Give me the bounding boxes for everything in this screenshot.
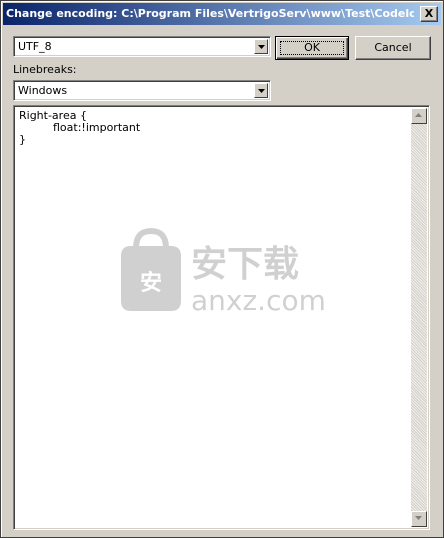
- chevron-down-icon: [258, 45, 265, 49]
- ok-button-label: OK: [304, 41, 320, 54]
- code-line: float:!important: [53, 121, 141, 134]
- dialog-title: Change encoding: C:\Program Files\Vertri…: [6, 7, 414, 20]
- code-line: }: [19, 133, 26, 146]
- close-button[interactable]: X: [420, 6, 438, 22]
- linebreaks-select-value: Windows: [18, 84, 68, 97]
- scroll-down-icon: [415, 516, 422, 520]
- svg-text:安下载: 安下载: [191, 244, 299, 285]
- scroll-up-button[interactable]: [411, 108, 427, 124]
- scroll-down-button[interactable]: [411, 511, 427, 527]
- encoding-select[interactable]: UTF_8: [13, 36, 271, 57]
- ok-button[interactable]: OK: [275, 36, 349, 60]
- code-preview-area[interactable]: Right-area { float:!important }: [13, 105, 430, 530]
- scroll-up-icon: [415, 113, 422, 117]
- linebreaks-label: Linebreaks:: [13, 63, 77, 76]
- code-content: Right-area { float:!important }: [19, 110, 140, 146]
- encoding-select-value: UTF_8: [18, 40, 52, 53]
- vertical-scrollbar[interactable]: [411, 108, 427, 527]
- svg-text:安: 安: [140, 270, 162, 296]
- cancel-button-label: Cancel: [374, 41, 412, 54]
- linebreaks-select[interactable]: Windows: [13, 80, 271, 101]
- title-bar[interactable]: Change encoding: C:\Program Files\Vertri…: [3, 3, 441, 25]
- linebreaks-dropdown-button[interactable]: [254, 83, 268, 98]
- chevron-down-icon: [258, 89, 265, 93]
- encoding-dropdown-button[interactable]: [254, 39, 268, 54]
- svg-text:anxz.com: anxz.com: [191, 284, 326, 316]
- cancel-button[interactable]: Cancel: [355, 36, 431, 60]
- change-encoding-dialog: Change encoding: C:\Program Files\Vertri…: [0, 0, 444, 538]
- watermark-logo: 安 安下载 anxz.com: [121, 227, 326, 316]
